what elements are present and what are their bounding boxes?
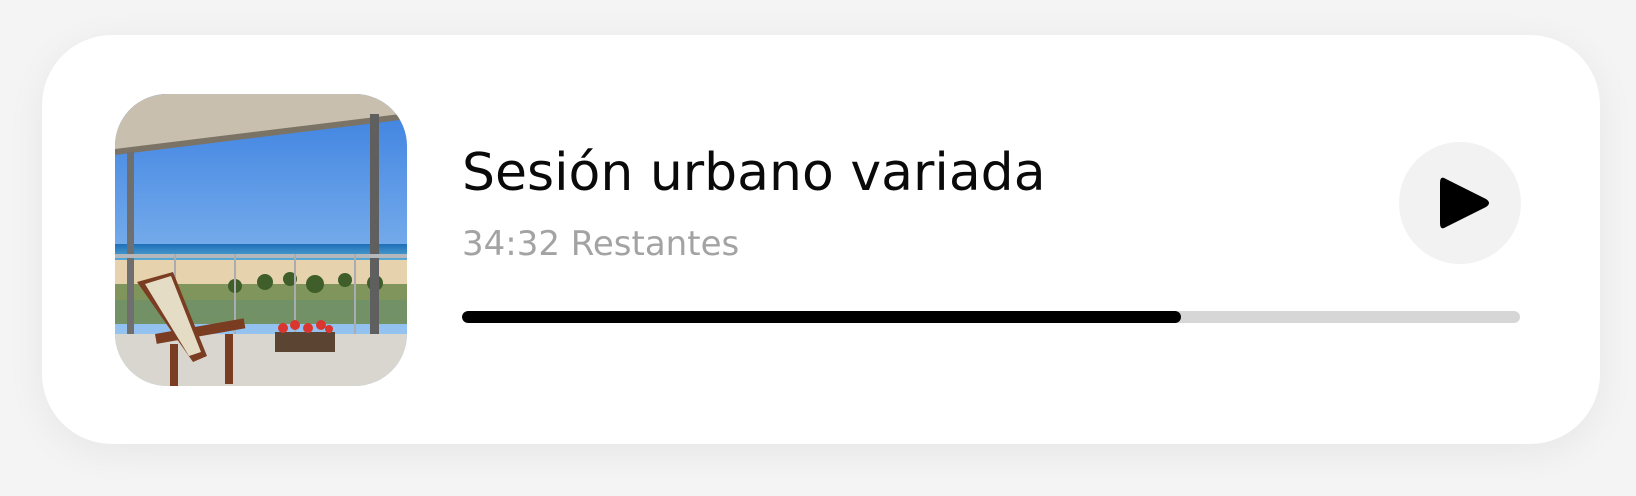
progress-fill (462, 311, 1182, 323)
track-title: Sesión urbano variada (462, 143, 1046, 203)
play-icon (1440, 177, 1489, 229)
cover-image (115, 94, 407, 386)
progress-bar[interactable] (462, 311, 1520, 323)
time-remaining: 34:32 Restantes (462, 224, 740, 264)
play-button[interactable] (1399, 142, 1521, 264)
player-card: Sesión urbano variada 34:32 Restantes (42, 35, 1600, 444)
